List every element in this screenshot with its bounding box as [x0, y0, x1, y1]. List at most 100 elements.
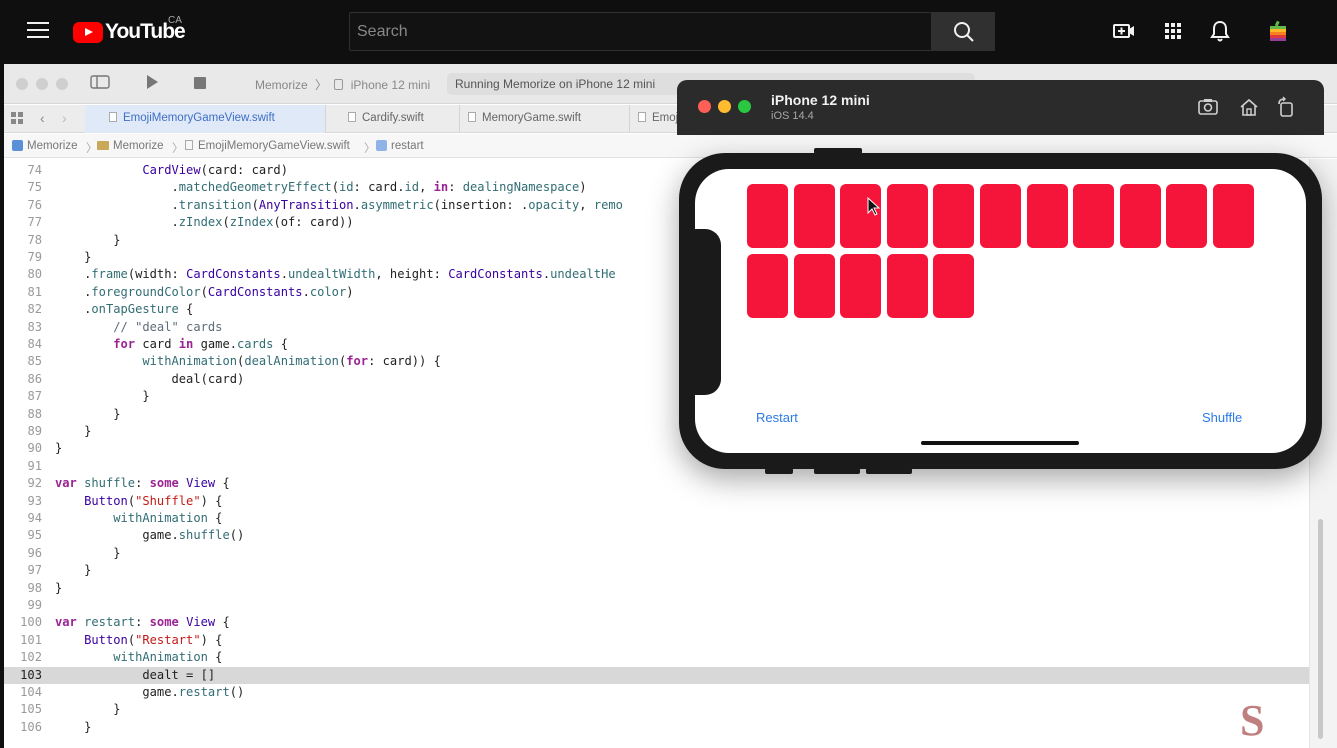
code-line[interactable]: 102 withAnimation { [4, 649, 1309, 666]
code-line[interactable]: 105 } [4, 701, 1309, 718]
code-line[interactable]: 95 game.shuffle() [4, 527, 1309, 544]
undealt-card[interactable] [1026, 184, 1068, 248]
menu-icon[interactable] [27, 22, 49, 40]
simulator-close-button[interactable] [698, 100, 711, 113]
navigator-toggle-icon[interactable] [90, 74, 110, 94]
undealt-card[interactable] [840, 254, 882, 318]
undealt-card[interactable] [933, 184, 975, 248]
undealt-card[interactable] [793, 184, 835, 248]
tab-memorygame[interactable]: MemoryGame.swift [459, 105, 629, 133]
minimize-window-button[interactable] [36, 78, 48, 90]
related-items-icon[interactable] [10, 111, 24, 128]
back-chevron-icon[interactable]: ‹ [40, 110, 45, 126]
undealt-card[interactable] [1119, 184, 1161, 248]
code-text: Button("Restart") { [84, 632, 223, 647]
undealt-card[interactable] [747, 254, 788, 318]
search-input[interactable] [350, 13, 931, 50]
code-line[interactable]: 101 Button("Restart") { [4, 632, 1309, 649]
code-line[interactable]: 104 game.restart() [4, 684, 1309, 701]
search-button[interactable] [931, 12, 995, 51]
undealt-card[interactable] [980, 184, 1021, 248]
code-text: } [55, 719, 92, 734]
line-number: 82 [27, 302, 42, 317]
line-number: 101 [20, 632, 42, 647]
youtube-header: YouTube CA [0, 0, 1337, 64]
search-icon [954, 22, 974, 42]
line-number: 106 [20, 719, 42, 734]
code-text: } [55, 702, 121, 717]
code-line[interactable]: 98} [4, 580, 1309, 597]
folder-icon [97, 141, 109, 150]
search-field[interactable] [349, 12, 932, 51]
run-icon[interactable] [145, 74, 159, 94]
forward-chevron-icon[interactable]: › [62, 110, 67, 126]
device-screen[interactable]: Restart Shuffle [695, 169, 1306, 453]
code-text: } [55, 389, 150, 404]
undealt-card[interactable] [1213, 184, 1254, 248]
line-number: 94 [27, 511, 42, 525]
editor-scroll-thumb[interactable] [1318, 519, 1323, 739]
code-line[interactable]: 106 } [4, 719, 1309, 736]
tab-emojimemorygameview[interactable]: EmojiMemoryGameView.swift [85, 105, 325, 133]
notifications-bell-icon[interactable] [1207, 18, 1233, 44]
undealt-card[interactable] [747, 184, 788, 248]
side-button [866, 468, 912, 474]
code-text: .transition(AnyTransition.asymmetric(ins… [55, 197, 623, 212]
code-text: withAnimation { [113, 511, 223, 525]
line-number: 91 [27, 458, 42, 473]
youtube-play-icon [73, 21, 103, 43]
home-icon[interactable] [1238, 96, 1260, 118]
code-text: .foregroundColor(CardConstants.color) [55, 284, 354, 299]
create-video-icon[interactable] [1111, 18, 1137, 44]
code-text: game.shuffle() [55, 528, 245, 543]
code-text: // "deal" cards [55, 319, 223, 334]
simulator-titlebar: iPhone 12 mini iOS 14.4 [677, 80, 1324, 135]
undealt-card[interactable] [1166, 184, 1208, 248]
simulator-minimize-button[interactable] [718, 100, 731, 113]
side-button [814, 468, 860, 474]
undealt-card[interactable] [886, 184, 928, 248]
iphone-device-frame: Restart Shuffle [679, 148, 1322, 474]
shuffle-button[interactable]: Shuffle [1202, 410, 1242, 425]
code-line[interactable]: 100 var restart: some View { [4, 614, 1309, 631]
line-number: 92 [27, 476, 42, 491]
undealt-card[interactable] [793, 254, 835, 318]
rotate-icon[interactable] [1275, 96, 1297, 118]
restart-button[interactable]: Restart [756, 410, 798, 425]
undealt-card[interactable] [1073, 184, 1115, 248]
code-line[interactable]: 103 dealt = [] [4, 666, 1309, 684]
line-number: 83 [27, 319, 42, 334]
line-number: 89 [27, 424, 42, 438]
scheme-selector[interactable]: Memorize 〉 iPhone 12 mini [255, 76, 430, 93]
home-indicator [921, 441, 1079, 445]
code-text: } [55, 545, 121, 560]
code-text: } [55, 232, 121, 247]
code-line[interactable]: 97 } [4, 562, 1309, 579]
code-line[interactable]: 96 } [4, 545, 1309, 562]
simulator-zoom-button[interactable] [738, 100, 751, 113]
undealt-card[interactable] [886, 254, 928, 318]
screenshot-icon[interactable] [1197, 96, 1219, 118]
breadcrumb-file[interactable]: EmojiMemoryGameView.swift [185, 140, 350, 152]
apps-grid-icon[interactable] [1160, 18, 1186, 44]
close-window-button[interactable] [16, 78, 28, 90]
code-line[interactable]: 94 withAnimation { [4, 510, 1309, 527]
account-avatar-icon[interactable] [1265, 18, 1291, 44]
code-text: withAnimation { [113, 650, 223, 665]
tab-cardify[interactable]: Cardify.swift [325, 105, 459, 133]
code-text: } [55, 441, 63, 456]
breadcrumb-project[interactable]: Memorize [12, 140, 77, 152]
stop-icon[interactable] [193, 76, 207, 94]
code-text: var shuffle: some View { [55, 476, 230, 491]
line-number: 76 [27, 197, 42, 212]
ios-simulator-window: iPhone 12 mini iOS 14.4 Restart Shuffle [677, 80, 1324, 500]
undealt-card[interactable] [933, 254, 975, 318]
breadcrumb-folder[interactable]: Memorize [97, 140, 163, 152]
code-text: .matchedGeometryEffect(id: card.id, in: … [55, 180, 587, 195]
code-line[interactable]: 99 [4, 597, 1309, 614]
code-text: dealt = [] [55, 667, 216, 682]
stanford-watermark: S [1240, 696, 1265, 745]
zoom-window-button[interactable] [56, 78, 68, 90]
code-text: Button("Shuffle") { [84, 493, 223, 508]
breadcrumb-symbol[interactable]: restart [376, 140, 424, 152]
